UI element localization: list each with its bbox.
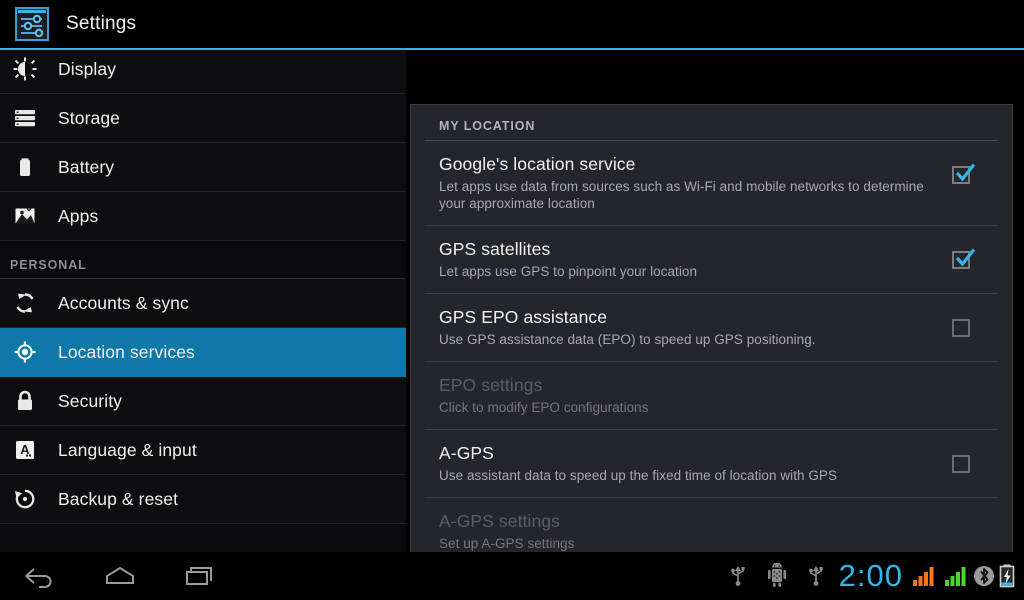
- pref-google-location-service[interactable]: Google's location service Let apps use d…: [411, 141, 1012, 225]
- sidebar-item-label: Battery: [58, 156, 115, 177]
- lock-icon: [12, 388, 38, 414]
- sidebar-item-battery[interactable]: Battery: [0, 143, 406, 192]
- pref-title: A-GPS settings: [439, 511, 561, 531]
- pref-gps-epo-assistance[interactable]: GPS EPO assistance Use GPS assistance da…: [411, 294, 1012, 361]
- svg-text:A: A: [20, 442, 30, 457]
- language-keyboard-icon: A: [12, 437, 38, 463]
- battery-icon: [12, 154, 38, 180]
- home-icon[interactable]: [80, 552, 160, 600]
- pref-title: GPS satellites: [439, 239, 551, 259]
- sidebar-section-header-personal: PERSONAL: [0, 241, 406, 279]
- pref-a-gps[interactable]: A-GPS Use assistant data to speed up the…: [411, 430, 1012, 497]
- pref-summary: Use assistant data to speed up the fixed…: [439, 468, 838, 483]
- pref-title: A-GPS: [439, 443, 494, 463]
- sidebar-item-language-input[interactable]: A Language & input: [0, 426, 406, 475]
- android-settings-screen: Settings Audio profiles: [0, 0, 1024, 600]
- sidebar-item-label: Language & input: [58, 439, 197, 460]
- bluetooth-icon: [969, 552, 995, 600]
- sidebar-item-label: Backup & reset: [58, 488, 179, 509]
- recent-apps-icon[interactable]: [160, 552, 240, 600]
- sidebar-item-label: Apps: [58, 205, 99, 226]
- pref-gps-satellites[interactable]: GPS satellites Let apps use GPS to pinpo…: [411, 226, 1012, 293]
- system-navigation-bar: 2:00: [0, 552, 1024, 600]
- battery-charging-icon: [995, 552, 1016, 600]
- sidebar-section-label: PERSONAL: [10, 258, 87, 272]
- sidebar-item-label: Accounts & sync: [58, 292, 189, 313]
- sidebar-item-accounts-sync[interactable]: Accounts & sync: [0, 279, 406, 328]
- sidebar-item-display[interactable]: Display: [0, 50, 406, 94]
- content-region: Audio profiles: [0, 48, 1024, 597]
- checkbox-gps-epo-assistance[interactable]: [952, 319, 972, 339]
- sidebar-item-location-services[interactable]: Location services: [0, 328, 406, 377]
- pref-summary: Click to modify EPO configurations: [439, 400, 649, 415]
- pref-title: EPO settings: [439, 375, 543, 395]
- accent-divider: [0, 48, 1024, 50]
- display-brightness-icon: [12, 56, 38, 82]
- pref-summary: Let apps use data from sources such as W…: [439, 179, 924, 211]
- pref-summary: Set up A-GPS settings: [439, 536, 575, 551]
- sidebar-item-label: Storage: [58, 107, 120, 128]
- sync-icon: [12, 290, 38, 316]
- sidebar-item-apps[interactable]: Apps: [0, 192, 406, 241]
- signal-bars-icon: [937, 552, 969, 600]
- storage-icon: [12, 105, 38, 131]
- signal-bars-icon: [911, 552, 937, 600]
- pref-summary: Use GPS assistance data (EPO) to speed u…: [439, 332, 816, 347]
- checkbox-google-location-service[interactable]: [952, 163, 976, 186]
- backup-restore-icon: [12, 486, 38, 512]
- checkbox-a-gps[interactable]: [952, 455, 972, 475]
- apps-icon: [12, 203, 38, 229]
- sidebar-item-label: Security: [58, 390, 123, 411]
- usb-icon: [725, 552, 751, 600]
- back-icon[interactable]: [0, 552, 80, 600]
- pref-title: GPS EPO assistance: [439, 307, 608, 327]
- pref-epo-settings: EPO settings Click to modify EPO configu…: [411, 362, 1012, 429]
- pref-title: Google's location service: [439, 154, 636, 174]
- action-bar: Settings: [0, 0, 1024, 48]
- android-debug-icon: [751, 552, 803, 600]
- usb-icon: [803, 552, 829, 600]
- sidebar-item-label: Display: [58, 58, 117, 79]
- panel-section-header: MY LOCATION: [439, 119, 536, 133]
- settings-sliders-icon: [14, 6, 50, 42]
- checkbox-gps-satellites[interactable]: [952, 248, 976, 271]
- sidebar-item-storage[interactable]: Storage: [0, 94, 406, 143]
- sidebar-item-backup-reset[interactable]: Backup & reset: [0, 475, 406, 524]
- app-title: Settings: [66, 13, 137, 34]
- status-clock: 2:00: [838, 558, 903, 593]
- settings-sidebar[interactable]: Audio profiles: [0, 50, 406, 552]
- location-services-panel[interactable]: MY LOCATION Google's location service Le…: [410, 104, 1013, 597]
- location-target-icon: [12, 339, 38, 365]
- sidebar-item-security[interactable]: Security: [0, 377, 406, 426]
- status-icons: 2:00: [725, 552, 1016, 600]
- pref-summary: Let apps use GPS to pinpoint your locati…: [439, 264, 698, 279]
- sidebar-item-label: Location services: [58, 341, 195, 362]
